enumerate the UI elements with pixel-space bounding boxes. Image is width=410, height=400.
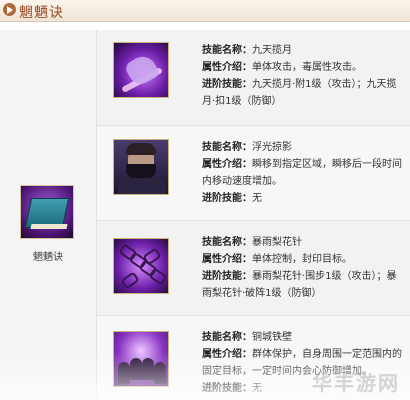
skill-name: 九天揽月	[252, 45, 292, 56]
skill-desc-key: 属性介绍：	[202, 349, 252, 360]
skill-name-key: 技能名称：	[202, 142, 252, 153]
skill-adv-key: 进阶技能：	[202, 271, 252, 282]
skill-info: 技能名称：九天揽月 属性介绍：单体攻击，毒属性攻击。 进阶技能：九天揽月·附1级…	[202, 42, 402, 110]
skill-adv: 无	[252, 383, 262, 394]
skill-row: 技能名称：九天揽月 属性介绍：单体攻击，毒属性攻击。 进阶技能：九天揽月·附1级…	[97, 30, 410, 125]
skill-adv-key: 进阶技能：	[202, 383, 252, 394]
purple-hand-icon[interactable]	[113, 42, 169, 98]
skill-info: 技能名称：浮光掠影 属性介绍：瞬移到指定区域，瞬移后一段时间内移动速度增加。 进…	[202, 139, 402, 207]
watermark: 华丰游网	[312, 371, 400, 395]
skill-name: 暴雨梨花针	[252, 237, 302, 248]
book-icon[interactable]	[20, 185, 74, 239]
section-header: 魍魉诀	[0, 0, 410, 22]
skill-name-key: 技能名称：	[202, 237, 252, 248]
skill-name-key: 技能名称：	[202, 332, 252, 343]
play-bullet-icon	[3, 3, 16, 16]
book-pages	[30, 224, 68, 229]
skill-desc: 单体控制，封印目标。	[252, 254, 352, 265]
skill-name-key: 技能名称：	[202, 45, 252, 56]
section-title: 魍魉诀	[19, 5, 64, 21]
skill-desc-key: 属性介绍：	[202, 254, 252, 265]
skill-name: 铜城铁壁	[252, 332, 292, 343]
skill-desc: 单体攻击，毒属性攻击。	[252, 62, 362, 73]
skill-adv-key: 进阶技能：	[202, 79, 252, 90]
book-label: 魍魉诀	[33, 252, 63, 263]
skill-row: 技能名称：浮光掠影 属性介绍：瞬移到指定区域，瞬移后一段时间内移动速度增加。 进…	[97, 125, 410, 220]
skill-row: 技能名称：暴雨梨花针 属性介绍：单体控制，封印目标。 进阶技能：暴雨梨花针·围步…	[97, 220, 410, 315]
book-column: 魍魉诀	[0, 30, 97, 400]
skill-table: 魍魉诀 技能名称：九天揽月 属性介绍：单体攻击，毒属性攻击。 进阶技能：九天揽月…	[0, 30, 410, 400]
purple-chains-icon[interactable]	[113, 238, 169, 294]
skill-name: 浮光掠影	[252, 142, 292, 153]
skill-adv-key: 进阶技能：	[202, 193, 252, 204]
skill-desc-key: 属性介绍：	[202, 62, 252, 73]
masked-ninja-icon[interactable]	[113, 139, 169, 195]
skill-desc-key: 属性介绍：	[202, 159, 252, 170]
purple-crowd-icon[interactable]	[113, 331, 169, 387]
skill-adv: 无	[252, 193, 262, 204]
skill-info: 技能名称：暴雨梨花针 属性介绍：单体控制，封印目标。 进阶技能：暴雨梨花针·围步…	[202, 234, 402, 302]
